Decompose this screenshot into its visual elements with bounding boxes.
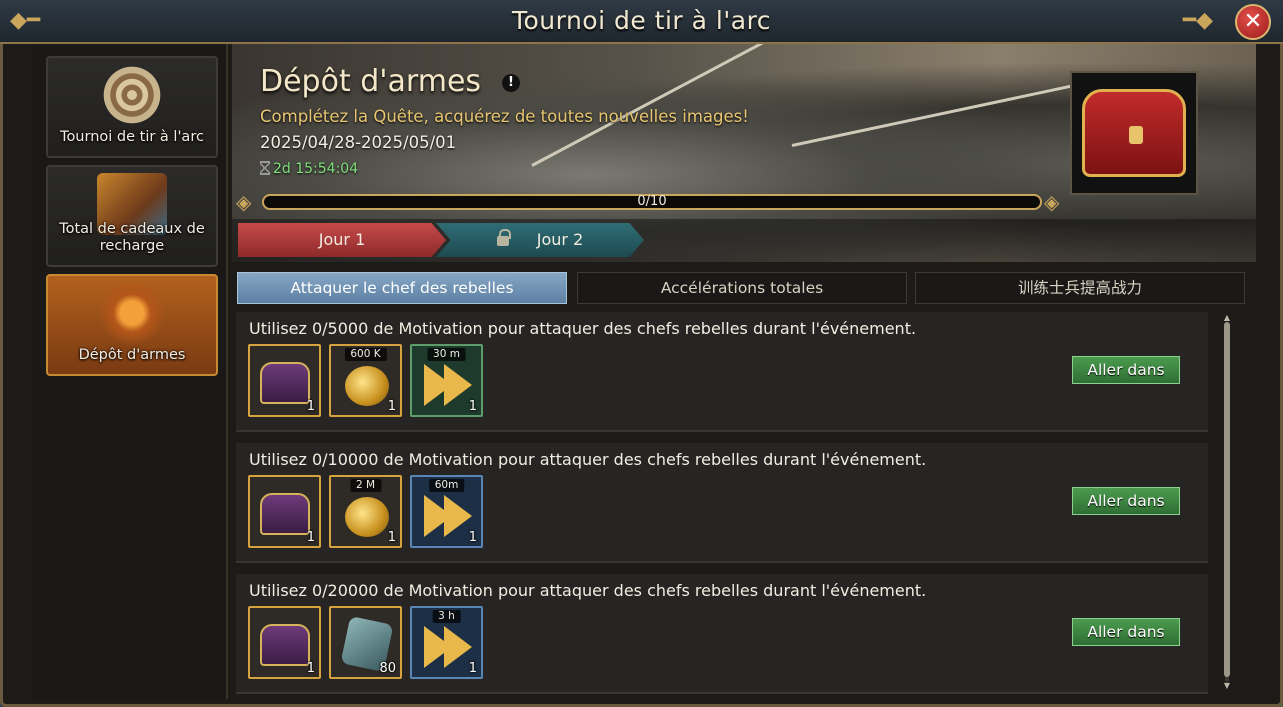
sidebar: Tournoi de tir à l'arc Total de cadeaux … — [32, 44, 228, 699]
scroll-up-icon[interactable]: ▲ — [1222, 314, 1232, 322]
sub-tabs: Attaquer le chef des rebelles Accélérati… — [237, 272, 1247, 304]
progress-cap-right-icon: ◈ — [1044, 190, 1060, 214]
hourglass-icon — [260, 161, 270, 175]
go-button[interactable]: Aller dans — [1072, 487, 1180, 515]
reward-amount-tag: 2 M — [349, 479, 382, 492]
reward-item-speedup[interactable]: 60m 1 — [410, 475, 483, 548]
close-icon: ✕ — [1243, 9, 1263, 34]
tab-day-1[interactable]: Jour 1 — [238, 223, 446, 257]
scroll-thumb[interactable] — [1224, 322, 1230, 677]
ornament-right-icon: ━◆ — [1182, 8, 1213, 33]
reward-count: 1 — [468, 661, 477, 676]
banner-subtitle: Complétez la Quête, acquérez de toutes n… — [260, 107, 749, 126]
chest-icon — [260, 624, 310, 666]
chest-icon — [260, 493, 310, 535]
reward-count: 80 — [379, 661, 396, 676]
progress-cap-left-icon: ◈ — [236, 190, 252, 214]
close-button[interactable]: ✕ — [1235, 4, 1271, 40]
main-panel: Dépôt d'armes ! Complétez la Quête, acqu… — [232, 44, 1256, 699]
sidebar-item-label: Tournoi de tir à l'arc — [60, 129, 204, 145]
reward-item-chest[interactable]: 1 — [248, 475, 321, 548]
go-button[interactable]: Aller dans — [1072, 618, 1180, 646]
speedup-icon — [422, 624, 474, 670]
reward-item-gold[interactable]: 2 M 1 — [329, 475, 402, 548]
lock-icon — [496, 229, 511, 246]
spear-decoration — [791, 77, 1106, 147]
gold-coins-icon — [345, 366, 389, 406]
sidebar-item-archery-tournament[interactable]: Tournoi de tir à l'arc — [46, 56, 218, 158]
tab-total-speedups[interactable]: Accélérations totales — [577, 272, 907, 304]
quest-description: Utilisez 0/10000 de Motivation pour atta… — [249, 450, 927, 469]
tab-train-soldiers[interactable]: 训练士兵提高战力 — [915, 272, 1245, 304]
go-button[interactable]: Aller dans — [1072, 356, 1180, 384]
progress-text: 0/10 — [637, 194, 667, 209]
ornament-left-icon: ◆━ — [10, 8, 41, 33]
countdown-timer: 2d 15:54:04 — [260, 161, 358, 177]
reward-count: 1 — [306, 661, 315, 676]
speedup-icon — [422, 493, 474, 539]
tab-attack-rebel-chief[interactable]: Attaquer le chef des rebelles — [237, 272, 567, 304]
red-treasure-chest-icon — [1082, 89, 1186, 177]
sidebar-item-weapon-depot[interactable]: Dépôt d'armes — [46, 274, 218, 376]
reward-amount-tag: 600 K — [344, 348, 387, 361]
target-icon — [97, 64, 167, 126]
reward-count: 1 — [306, 399, 315, 414]
sword-icon — [97, 282, 167, 344]
quest-scrollbar[interactable]: ▲ ▼ — [1222, 314, 1232, 690]
event-dates: 2025/04/28-2025/05/01 — [260, 133, 457, 152]
reward-count: 1 — [468, 530, 477, 545]
chest-icon — [260, 362, 310, 404]
tab-day-1-label: Jour 1 — [318, 230, 366, 249]
quest-row: Utilisez 0/5000 de Motivation pour attaq… — [236, 312, 1208, 432]
speedup-icon — [422, 362, 474, 408]
reward-amount-tag: 60m — [428, 479, 465, 492]
sidebar-item-label: Total de cadeaux de recharge — [59, 221, 205, 254]
reward-item-speedup[interactable]: 3 h 1 — [410, 606, 483, 679]
reward-count: 1 — [387, 530, 396, 545]
progress-bar: ◈ 0/10 ◈ — [236, 190, 1059, 214]
countdown-value: 2d 15:54:04 — [273, 161, 359, 177]
final-reward-box[interactable] — [1070, 71, 1198, 195]
info-icon[interactable]: ! — [502, 74, 520, 92]
reward-item-gold[interactable]: 600 K 1 — [329, 344, 402, 417]
quest-row: Utilisez 0/10000 de Motivation pour atta… — [236, 443, 1208, 563]
quest-list: Utilisez 0/5000 de Motivation pour attaq… — [236, 312, 1211, 694]
reward-item-speedup[interactable]: 30 m 1 — [410, 344, 483, 417]
reward-count: 1 — [306, 530, 315, 545]
gold-coins-icon — [345, 497, 389, 537]
sidebar-item-label: Dépôt d'armes — [78, 347, 186, 363]
quest-row: Utilisez 0/20000 de Motivation pour atta… — [236, 574, 1208, 694]
reward-count: 1 — [387, 399, 396, 414]
reward-amount-tag: 30 m — [427, 348, 466, 361]
day-tabs: Jour 1 Jour 2 — [232, 219, 1256, 262]
window-title: Tournoi de tir à l'arc — [511, 6, 772, 35]
reward-item-gem-shard[interactable]: 80 — [329, 606, 402, 679]
reward-count: 1 — [468, 399, 477, 414]
scroll-down-icon[interactable]: ▼ — [1222, 682, 1232, 690]
reward-item-chest[interactable]: 1 — [248, 606, 321, 679]
banner-title: Dépôt d'armes — [260, 64, 482, 99]
spear-decoration — [531, 44, 851, 167]
tab-day-2-label: Jour 2 — [536, 230, 584, 249]
quest-description: Utilisez 0/5000 de Motivation pour attaq… — [249, 319, 917, 338]
title-bar: ◆━ Tournoi de tir à l'arc ━◆ ✕ — [0, 0, 1283, 44]
tab-day-2[interactable]: Jour 2 — [436, 223, 644, 257]
sidebar-item-recharge-gifts[interactable]: Total de cadeaux de recharge — [46, 165, 218, 267]
reward-item-chest[interactable]: 1 — [248, 344, 321, 417]
reward-amount-tag: 3 h — [432, 610, 461, 623]
quest-description: Utilisez 0/20000 de Motivation pour atta… — [249, 581, 927, 600]
